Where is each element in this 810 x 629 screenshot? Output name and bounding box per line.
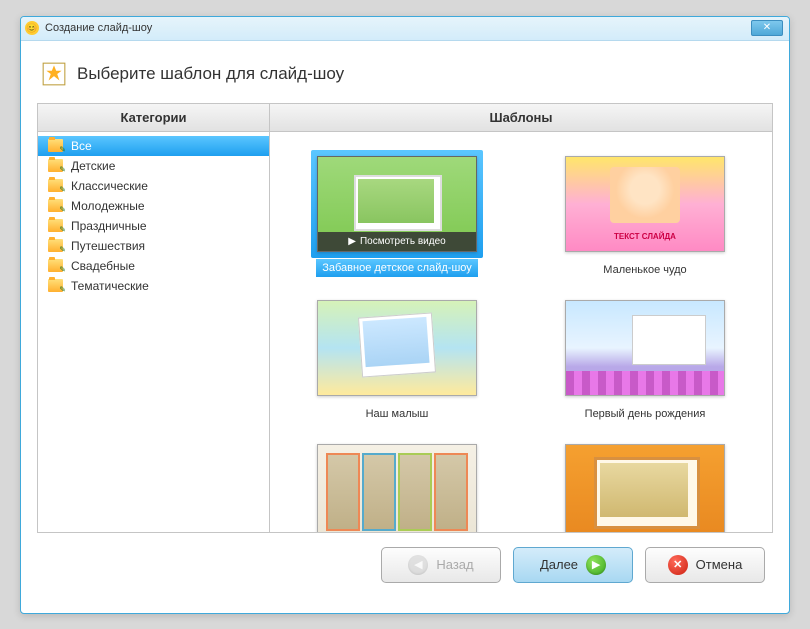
folder-icon xyxy=(48,179,63,192)
template-card[interactable] xyxy=(555,438,735,532)
panels: Категории Все Детские Классические xyxy=(37,103,773,533)
templates-panel: Шаблоны ▶ Посмотреть видео Забавное детс… xyxy=(270,104,772,532)
folder-icon xyxy=(48,239,63,252)
template-label: Маленькое чудо xyxy=(555,262,735,278)
templates-grid[interactable]: ▶ Посмотреть видео Забавное детское слай… xyxy=(270,132,772,532)
category-item-wedding[interactable]: Свадебные xyxy=(38,256,269,276)
next-label: Далее xyxy=(540,557,578,572)
folder-icon xyxy=(48,219,63,232)
template-overlay-text: ТЕКСТ СЛАЙДА xyxy=(566,232,724,241)
category-label: Молодежные xyxy=(71,199,145,213)
play-icon: ▶ xyxy=(348,236,356,247)
folder-icon xyxy=(48,139,63,152)
folder-icon xyxy=(48,279,63,292)
back-label: Назад xyxy=(436,557,473,572)
template-thumbnail: ▶ Посмотреть видео xyxy=(317,156,477,252)
category-item-kids[interactable]: Детские xyxy=(38,156,269,176)
cancel-label: Отмена xyxy=(696,557,743,572)
template-card[interactable]: Наш малыш xyxy=(307,294,487,422)
page-title: Выберите шаблон для слайд-шоу xyxy=(77,64,344,84)
dialog-window: 😊 Создание слайд-шоу ✕ Выберите шаблон д… xyxy=(20,16,790,614)
app-icon: 😊 xyxy=(25,21,39,35)
category-label: Тематические xyxy=(71,279,149,293)
category-item-thematic[interactable]: Тематические xyxy=(38,276,269,296)
template-thumbnail xyxy=(565,300,725,396)
category-label: Путешествия xyxy=(71,239,145,253)
template-thumbnail xyxy=(317,444,477,532)
cancel-icon: ✕ xyxy=(668,555,688,575)
categories-header: Категории xyxy=(38,104,269,132)
category-list[interactable]: Все Детские Классические Молодежные xyxy=(38,132,269,532)
category-label: Свадебные xyxy=(71,259,135,273)
folder-icon xyxy=(48,259,63,272)
cancel-button[interactable]: ✕ Отмена xyxy=(645,547,765,583)
category-label: Все xyxy=(71,139,92,153)
back-button[interactable]: ◀ Назад xyxy=(381,547,501,583)
page-header: Выберите шаблон для слайд-шоу xyxy=(37,53,773,103)
content-area: Выберите шаблон для слайд-шоу Категории … xyxy=(21,41,789,595)
next-button[interactable]: Далее ▶ xyxy=(513,547,633,583)
template-label: Первый день рождения xyxy=(555,406,735,422)
category-label: Классические xyxy=(71,179,148,193)
sidebar: Категории Все Детские Классические xyxy=(38,104,270,532)
star-icon xyxy=(41,61,67,87)
folder-icon xyxy=(48,199,63,212)
template-thumbnail xyxy=(565,444,725,532)
template-label: Забавное детское слайд-шоу xyxy=(316,259,478,277)
template-card[interactable]: Первый день рождения xyxy=(555,294,735,422)
category-item-classic[interactable]: Классические xyxy=(38,176,269,196)
template-card[interactable]: ТЕКСТ СЛАЙДА Маленькое чудо xyxy=(555,150,735,278)
template-thumbnail: ТЕКСТ СЛАЙДА xyxy=(565,156,725,252)
arrow-right-icon: ▶ xyxy=(586,555,606,575)
watch-video-button[interactable]: ▶ Посмотреть видео xyxy=(318,232,476,251)
template-thumbnail xyxy=(317,300,477,396)
category-label: Детские xyxy=(71,159,115,173)
arrow-left-icon: ◀ xyxy=(408,555,428,575)
folder-icon xyxy=(48,159,63,172)
close-button[interactable]: ✕ xyxy=(751,20,783,36)
titlebar: 😊 Создание слайд-шоу ✕ xyxy=(21,17,789,41)
button-row: ◀ Назад Далее ▶ ✕ Отмена xyxy=(37,533,773,583)
template-card[interactable] xyxy=(307,438,487,532)
category-item-youth[interactable]: Молодежные xyxy=(38,196,269,216)
template-label: Наш малыш xyxy=(307,406,487,422)
templates-header: Шаблоны xyxy=(270,104,772,132)
category-label: Праздничные xyxy=(71,219,147,233)
watch-video-label: Посмотреть видео xyxy=(360,236,446,247)
category-item-all[interactable]: Все xyxy=(38,136,269,156)
category-item-holiday[interactable]: Праздничные xyxy=(38,216,269,236)
template-card[interactable]: ▶ Посмотреть видео Забавное детское слай… xyxy=(307,150,487,278)
window-title: Создание слайд-шоу xyxy=(45,22,152,34)
category-item-travel[interactable]: Путешествия xyxy=(38,236,269,256)
